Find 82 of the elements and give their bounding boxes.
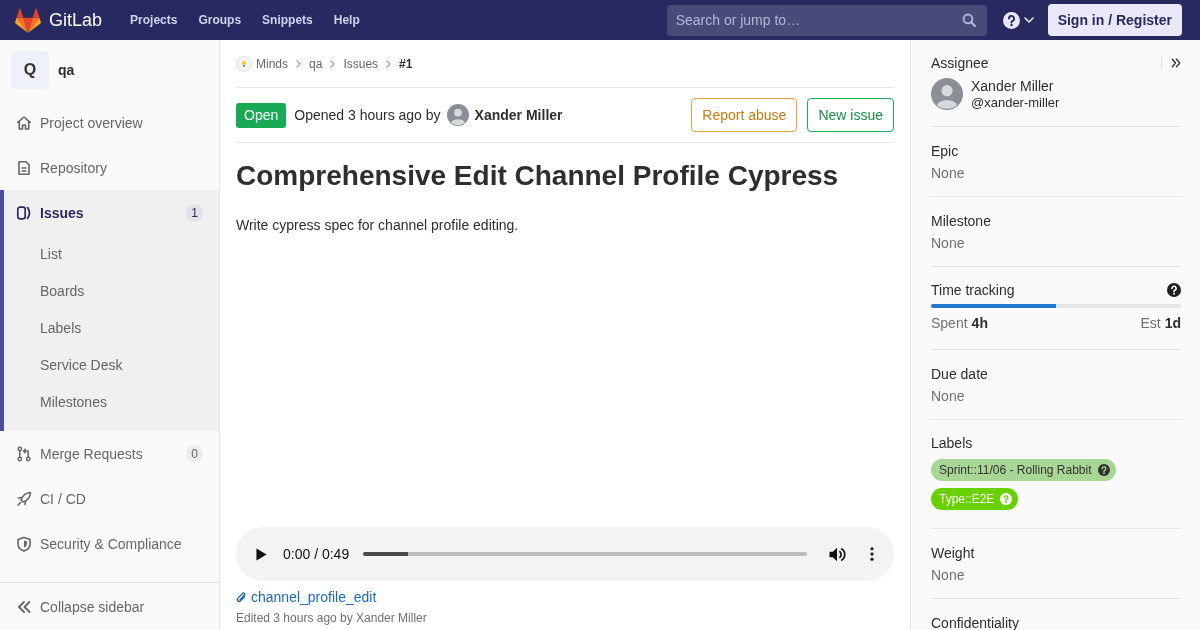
- caret-icon: [1023, 17, 1034, 23]
- sidebar-item[interactable]: Issues 1: [0, 190, 219, 235]
- sign-in-button[interactable]: Sign in / Register: [1047, 4, 1182, 36]
- sidebar-item[interactable]: Merge Requests 0: [0, 431, 219, 476]
- sidebar-heading: Milestone: [931, 212, 992, 231]
- shield-icon: [16, 535, 32, 552]
- search-field[interactable]: Search or jump to…: [666, 4, 987, 36]
- estimate-value: 1d: [1164, 315, 1181, 331]
- nav-link[interactable]: Help: [333, 13, 360, 27]
- new-issue-button[interactable]: New issue: [807, 98, 894, 132]
- sidebar-heading: Weight: [931, 544, 976, 563]
- user-avatar-icon: [931, 78, 963, 110]
- sidebar-heading: Confidentiality: [931, 614, 1020, 630]
- seek-track[interactable]: [363, 552, 807, 556]
- user-avatar-icon: [446, 104, 469, 126]
- help-menu-button[interactable]: [1002, 11, 1034, 29]
- sidebar-item[interactable]: Repository: [0, 145, 219, 190]
- sidebar-subitem[interactable]: Labels: [0, 309, 219, 346]
- merge-request-icon: [16, 445, 32, 462]
- assignee-username: @xander-miller: [971, 95, 1060, 111]
- issue-title: Comprehensive Edit Channel Profile Cypress: [236, 159, 840, 193]
- sidebar-value: None: [931, 566, 966, 585]
- report-abuse-button[interactable]: Report abuse: [691, 98, 798, 132]
- double-chevron-left-icon: [16, 598, 32, 615]
- document-icon: [16, 159, 32, 176]
- sidebar-value: None: [931, 234, 966, 253]
- sidebar-subitem[interactable]: List: [0, 235, 219, 272]
- count-badge: 1: [186, 203, 203, 222]
- sidebar-heading: Labels: [931, 434, 974, 453]
- play-icon[interactable]: [256, 547, 267, 561]
- sidebar-value: None: [931, 387, 966, 406]
- chevron-right-icon: [330, 59, 336, 68]
- sidebar-heading: Time tracking: [931, 281, 1016, 300]
- estimate-label: Est: [1140, 315, 1161, 331]
- time-readout: 0:00 / 0:49: [283, 546, 350, 562]
- breadcrumb-link[interactable]: Issues: [343, 56, 379, 71]
- sidebar-item[interactable]: Security & Compliance: [0, 521, 219, 566]
- assignee-name[interactable]: Xander Miller: [971, 77, 1060, 95]
- home-link[interactable]: GitLab: [15, 7, 103, 33]
- rocket-icon: [16, 490, 32, 507]
- nav-link[interactable]: Groups: [198, 13, 242, 27]
- sidebar-subitem[interactable]: Service Desk: [0, 346, 219, 383]
- home-icon: [16, 114, 32, 131]
- sidebar-heading: Due date: [931, 365, 989, 384]
- volume-icon[interactable]: [829, 546, 846, 562]
- group-avatar-icon: [236, 55, 252, 72]
- question-circle-icon[interactable]: [1167, 283, 1181, 297]
- paperclip-icon: [236, 590, 247, 604]
- question-circle-icon: [1097, 464, 1110, 476]
- spent-label: Spent: [931, 315, 968, 331]
- sidebar-heading: Assignee: [931, 54, 990, 73]
- label-pill[interactable]: Sprint::11/06 - Rolling Rabbit: [931, 459, 1116, 481]
- sidebar-value: None: [931, 164, 966, 183]
- author-link[interactable]: Xander Miller: [474, 107, 563, 123]
- sidebar-item[interactable]: Project overview: [0, 100, 219, 145]
- sidebar-heading: Epic: [931, 142, 960, 161]
- breadcrumb-link[interactable]: qa: [309, 56, 323, 71]
- kebab-menu-icon[interactable]: [870, 547, 874, 561]
- project-avatar[interactable]: Q: [11, 51, 49, 89]
- breadcrumb-link[interactable]: #1: [399, 56, 413, 71]
- count-badge: 0: [186, 444, 203, 463]
- sidebar-subitem[interactable]: Milestones: [0, 383, 219, 420]
- spent-value: 4h: [971, 315, 988, 331]
- issue-description: Write cypress spec for channel profile editing.: [236, 216, 520, 235]
- status-badge: Open: [236, 102, 287, 128]
- attachment-link[interactable]: channel_profile_edit: [236, 589, 377, 605]
- question-circle-icon: [1002, 11, 1020, 29]
- chevron-right-icon: [386, 59, 392, 68]
- double-chevron-right-icon[interactable]: [1171, 58, 1181, 68]
- search-icon: [961, 13, 976, 27]
- nav-link[interactable]: Projects: [130, 13, 178, 27]
- fox-head-icon: [15, 7, 41, 33]
- breadcrumb-link[interactable]: Minds: [256, 56, 288, 71]
- issues-icon: [16, 204, 32, 221]
- nav-link[interactable]: Snippets: [262, 13, 313, 27]
- edited-note: Edited 3 hours ago by Xander Miller: [236, 611, 428, 625]
- project-name-link[interactable]: qa: [58, 62, 75, 78]
- sidebar-subitem[interactable]: Boards: [0, 272, 219, 309]
- chevron-right-icon: [296, 59, 301, 68]
- opened-text: Opened 3 hours ago by: [294, 107, 441, 123]
- sidebar-item[interactable]: CI / CD: [0, 476, 219, 521]
- question-circle-icon: [1000, 493, 1013, 505]
